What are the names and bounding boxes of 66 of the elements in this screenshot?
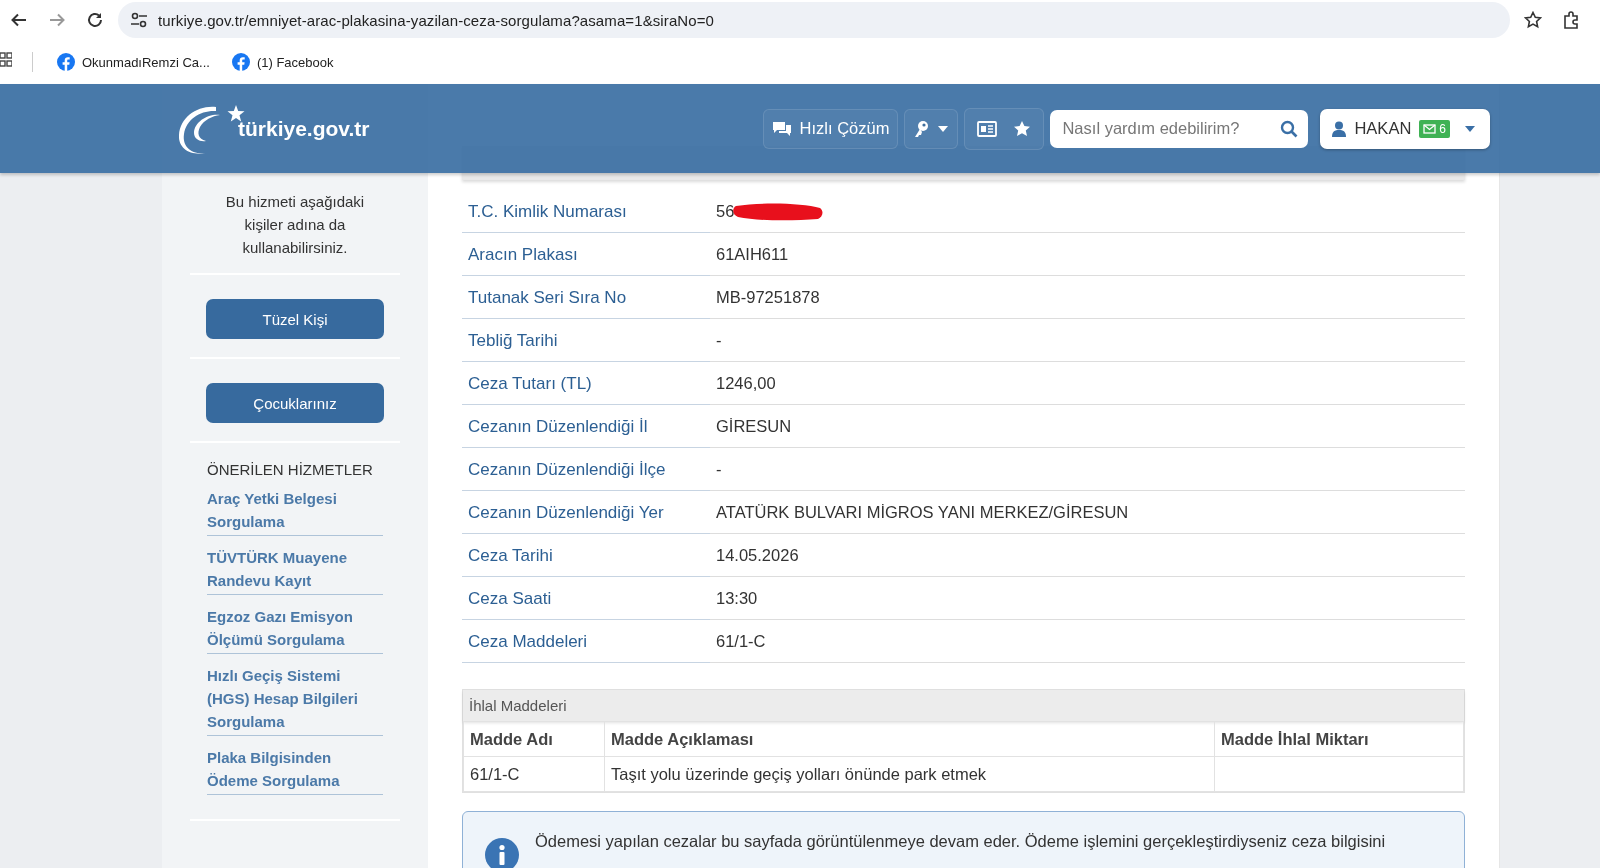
field-value: 61/1-C bbox=[716, 632, 766, 651]
field-label: T.C. Kimlik Numarası bbox=[462, 190, 710, 233]
field-value: GİRESUN bbox=[716, 417, 792, 436]
field-value: 56 bbox=[716, 202, 735, 221]
key-menu-button[interactable] bbox=[904, 108, 959, 149]
info-icon bbox=[485, 838, 519, 868]
column-header: Madde Açıklaması bbox=[604, 721, 1215, 757]
service-link[interactable]: Hızlı Geçiş Sistemi (HGS) Hesap Bilgileri Sorgulama bbox=[207, 664, 383, 736]
sidebar-text: Bu hizmeti aşağıdaki kişiler adına da kullanabilirsiniz. bbox=[224, 192, 366, 258]
field-label: Aracın Plakası bbox=[462, 233, 710, 276]
envelope-icon bbox=[1423, 123, 1437, 134]
quick-solution-button[interactable]: Hızlı Çözüm bbox=[762, 108, 899, 149]
star-icon bbox=[1013, 119, 1032, 138]
user-menu-button[interactable]: HAKAN 6 bbox=[1320, 108, 1490, 149]
message-badge: 6 bbox=[1419, 119, 1450, 138]
site-settings-icon bbox=[130, 11, 148, 29]
chat-icon bbox=[771, 120, 792, 137]
bookmark[interactable]: OkunmadıRemzi Ca... bbox=[53, 50, 218, 74]
caret-icon bbox=[1464, 124, 1476, 133]
table-title: İhlal Maddeleri bbox=[463, 690, 1464, 721]
field-value: ATATÜRK BULVARI MİGROS YANI MERKEZ/GİRESUN bbox=[716, 503, 1129, 522]
field-label: Cezanın Düzenlendiği İl bbox=[462, 405, 710, 448]
caret-icon bbox=[937, 124, 950, 133]
field-label: Cezanın Düzenlendiği İlçe bbox=[462, 448, 710, 491]
table-cell: Taşıt yolu üzerinde geçiş yolları önünde park etmek bbox=[604, 756, 1215, 792]
apps-grid-icon bbox=[0, 52, 12, 68]
user-icon bbox=[1332, 120, 1347, 137]
service-link[interactable]: Araç Yetki Belgesi Sorgulama bbox=[207, 487, 383, 536]
bookmark[interactable]: (1) Facebook bbox=[227, 50, 342, 74]
field-label: Tutanak Seri Sıra No bbox=[462, 276, 710, 319]
column-header: Madde Adı bbox=[463, 721, 605, 757]
forward-icon bbox=[48, 11, 66, 29]
field-value: 1246,00 bbox=[716, 374, 776, 393]
search-field[interactable]: Nasıl yardım edebilirim? bbox=[1050, 109, 1309, 148]
field-label: Ceza Saati bbox=[462, 577, 710, 620]
field-value: MB-97251878 bbox=[716, 288, 820, 307]
field-label: Ceza Tutarı (TL) bbox=[462, 362, 710, 405]
key-icon bbox=[913, 119, 930, 138]
column-header: Madde İhlal Miktarı bbox=[1214, 721, 1464, 757]
field-value: - bbox=[716, 460, 722, 479]
logo-text: türkiye.gov.tr bbox=[238, 116, 370, 141]
table-cell: 61/1-C bbox=[463, 756, 605, 792]
back-icon bbox=[10, 11, 28, 29]
id-card-icon bbox=[977, 120, 998, 137]
field-value: 61AIH611 bbox=[716, 245, 789, 264]
field-label: Ceza Tarihi bbox=[462, 534, 710, 577]
service-link[interactable]: Plaka Bilgisinden Ödeme Sorgulama bbox=[207, 746, 383, 795]
field-value: 14.05.2026 bbox=[716, 546, 799, 565]
search-icon bbox=[1280, 119, 1299, 138]
reload-icon bbox=[86, 11, 104, 29]
facebook-icon bbox=[231, 53, 250, 71]
service-link[interactable]: TÜVTÜRK Muayene Randevu Kayıt bbox=[207, 546, 383, 595]
sidebar-button[interactable]: Tüzel Kişi bbox=[206, 299, 384, 339]
sidebar-button[interactable]: Çocuklarınız bbox=[206, 383, 384, 423]
field-value: 13:30 bbox=[716, 589, 758, 608]
bookmark-star-icon bbox=[1524, 11, 1542, 29]
field-label: Ceza Maddeleri bbox=[462, 620, 710, 663]
address-bar[interactable]: turkiye.gov.tr/emniyet-arac-plakasina-yazilan-ceza-sorgulama?asama=1&siraNo=0 bbox=[118, 2, 1510, 38]
extensions-icon bbox=[1562, 11, 1580, 29]
facebook-icon bbox=[57, 53, 75, 71]
section-title: ÖNERİLEN HİZMETLER bbox=[207, 461, 374, 478]
info-text: Ödemesi yapılan cezalar bu sayfada görüntülenmeye devam eder. Ödeme işlemini gerçekleştirdiyseniz ceza bilgisini bbox=[535, 832, 1386, 851]
service-link[interactable]: Egzoz Gazı Emisyon Ölçümü Sorgulama bbox=[207, 605, 383, 654]
field-value: - bbox=[716, 331, 722, 350]
field-label: Tebliğ Tarihi bbox=[462, 319, 710, 362]
field-label: Cezanın Düzenlendiği Yer bbox=[462, 491, 710, 534]
